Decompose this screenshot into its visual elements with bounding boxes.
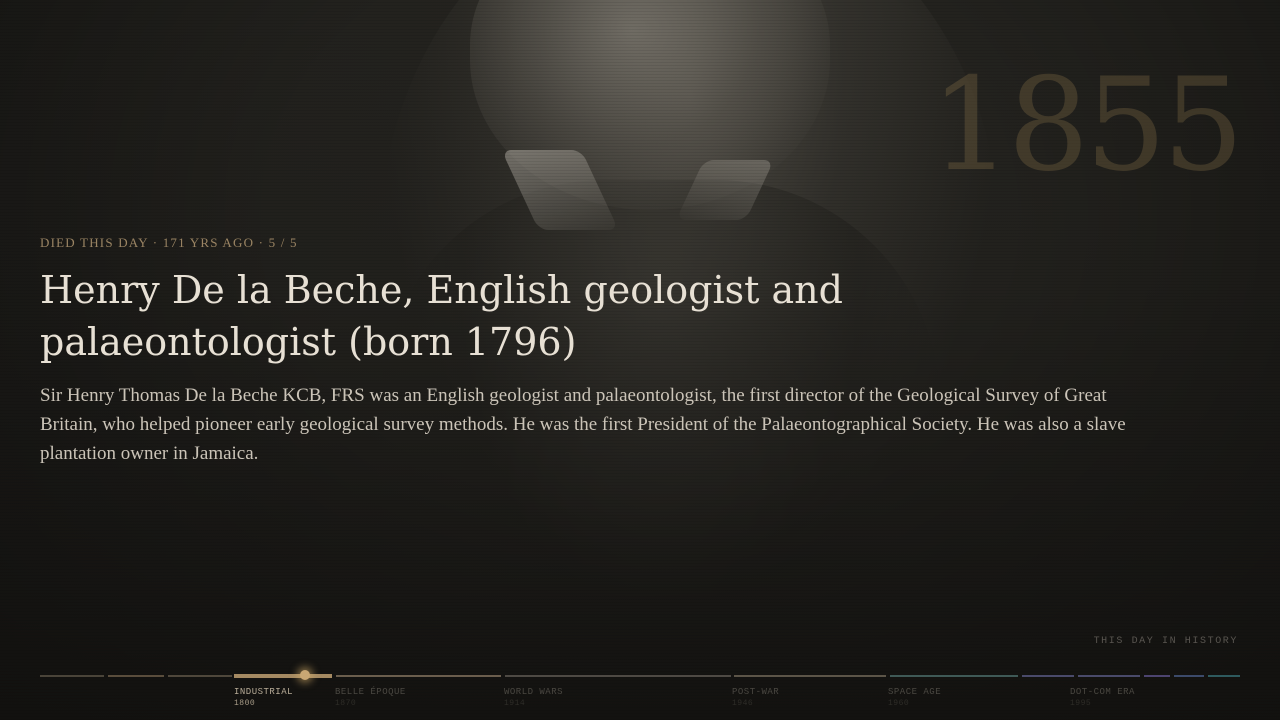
timeline-segment-pre[interactable] <box>108 675 164 677</box>
timeline-segment-industrial[interactable] <box>234 674 332 678</box>
era-name: INDUSTRIAL <box>234 687 294 697</box>
era-year: 1960 <box>888 699 910 708</box>
era-label-industrial[interactable]: INDUSTRIAL 1800 <box>234 686 293 710</box>
era-year: 1995 <box>1070 699 1092 708</box>
era-year: 1870 <box>335 699 357 708</box>
timeline-segment-recent[interactable] <box>1208 675 1240 677</box>
timeline-track[interactable] <box>40 674 1240 678</box>
timeline-segment-belle-epoque[interactable] <box>336 675 501 677</box>
timeline-segment-post-war[interactable] <box>734 675 886 677</box>
era-name: DOT-COM ERA <box>1070 687 1135 697</box>
era-label-belle-epoque[interactable]: BELLE ÉPOQUE 1870 <box>335 686 406 710</box>
timeline-segment-space-age[interactable] <box>890 675 1018 677</box>
event-summary: Sir Henry Thomas De la Beche KCB, FRS wa… <box>40 385 1126 464</box>
timeline-segment-dot-com[interactable] <box>1078 675 1140 677</box>
era-name: BELLE ÉPOQUE <box>335 687 406 697</box>
timeline-segment-pre[interactable] <box>168 675 232 677</box>
era-name: WORLD WARS <box>504 687 564 697</box>
era-timeline[interactable]: INDUSTRIAL 1800 BELLE ÉPOQUE 1870 WORLD … <box>40 668 1240 712</box>
timeline-segment-dot-com[interactable] <box>1022 675 1074 677</box>
era-label-dot-com[interactable]: DOT-COM ERA 1995 <box>1070 686 1135 710</box>
history-slide: 1855 DIED THIS DAY · 171 YRS AGO · 5 / 5… <box>0 0 1280 720</box>
event-title: Henry De la Beche, English geologist and… <box>40 268 843 364</box>
era-label-world-wars[interactable]: WORLD WARS 1914 <box>504 686 563 710</box>
brand-label: THIS DAY IN HISTORY <box>1093 636 1238 647</box>
event-meta: DIED THIS DAY · 171 YRS AGO · 5 / 5 <box>40 235 298 250</box>
timeline-segment-pre[interactable] <box>40 675 104 677</box>
timeline-cursor[interactable] <box>300 670 310 680</box>
year-watermark: 1855 <box>930 51 1244 200</box>
era-year: 1800 <box>234 699 256 708</box>
era-label-post-war[interactable]: POST-WAR 1946 <box>732 686 779 710</box>
timeline-segment-world-wars[interactable] <box>505 675 731 677</box>
timeline-segment-recent[interactable] <box>1144 675 1170 677</box>
era-year: 1914 <box>504 699 526 708</box>
era-year: 1946 <box>732 699 754 708</box>
era-name: SPACE AGE <box>888 687 942 697</box>
era-name: POST-WAR <box>732 687 780 697</box>
timeline-segment-recent[interactable] <box>1174 675 1204 677</box>
era-label-space-age[interactable]: SPACE AGE 1960 <box>888 686 941 710</box>
